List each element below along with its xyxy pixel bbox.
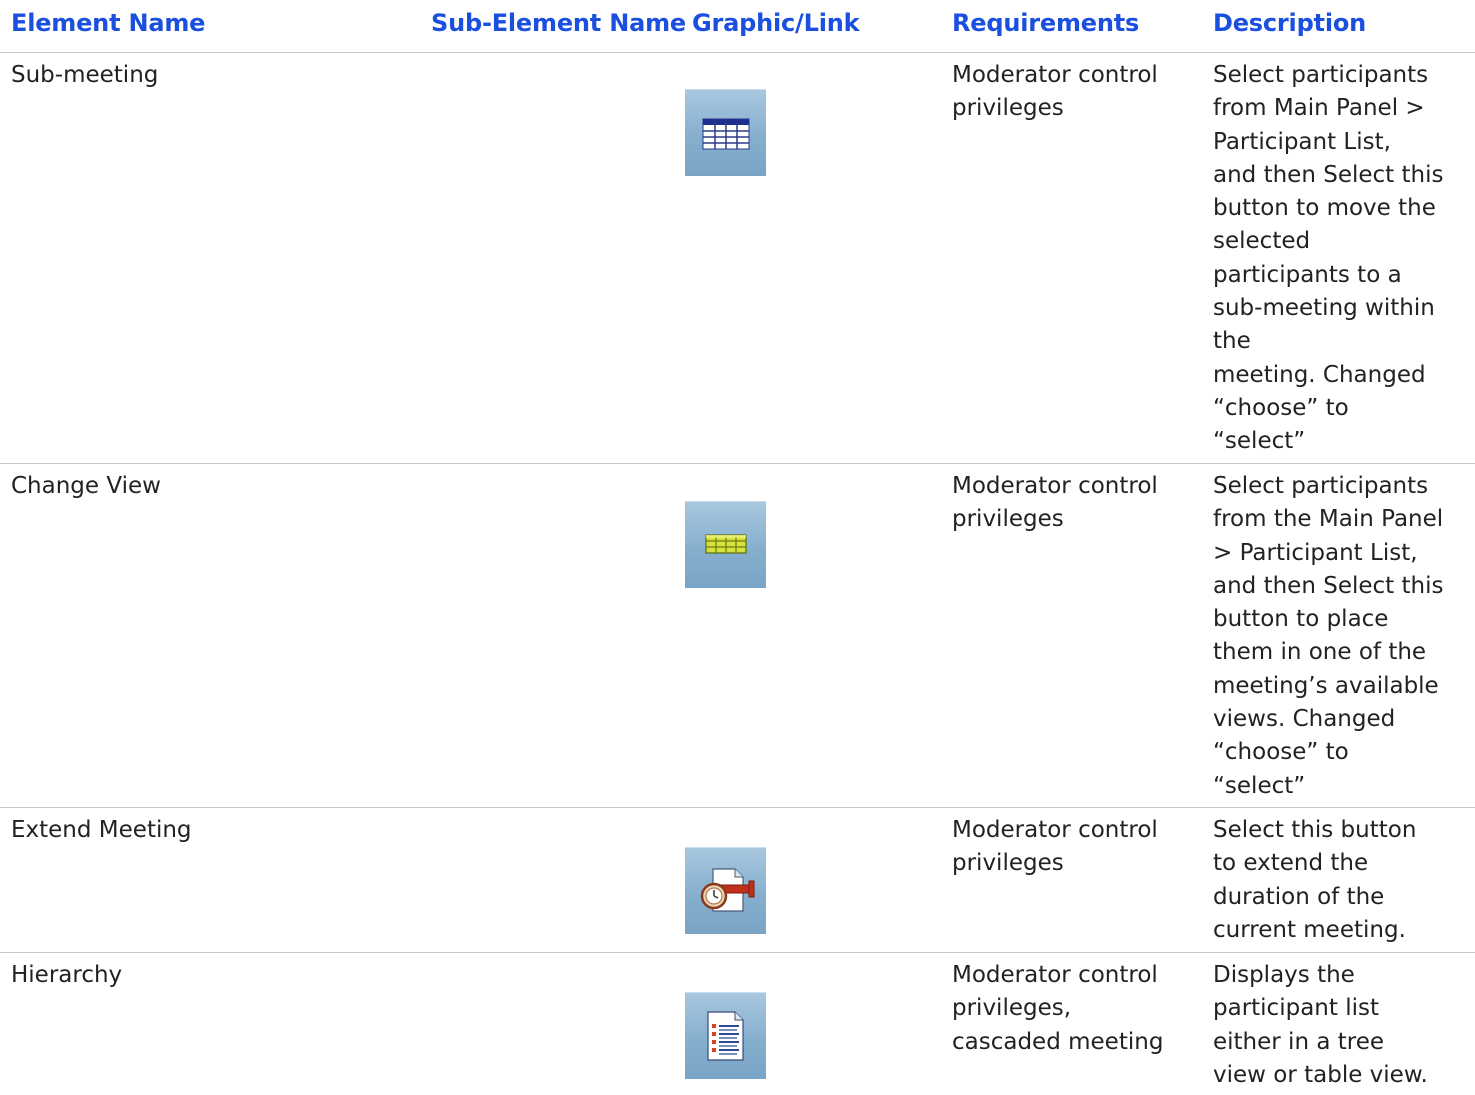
requirements-line: Moderator control <box>952 473 1158 499</box>
description-line: button to move the <box>1213 195 1436 222</box>
table-row: Sub-meeting Moderator control privileges <box>0 53 1475 464</box>
sub-meeting-grid-icon <box>702 118 750 150</box>
requirements-cell: Moderator control privileges <box>952 59 1184 126</box>
description-line: meeting’s available <box>1213 672 1439 699</box>
description-line: participants to a <box>1213 261 1402 288</box>
description-line: view or table view. <box>1213 1061 1428 1088</box>
requirements-cell: Moderator control privileges, cascaded m… <box>952 959 1184 1059</box>
requirements-line: Moderator control <box>952 62 1158 88</box>
header-element-name: Element Name <box>11 9 206 37</box>
element-name-cell: Extend Meeting <box>11 817 192 843</box>
header-graphic-link: Graphic/Link <box>692 9 860 37</box>
description-line: and then Select this <box>1213 161 1444 188</box>
requirements-line: privileges, <box>952 995 1072 1022</box>
change-view-button[interactable] <box>685 501 766 588</box>
requirements-cell: Moderator control privileges <box>952 814 1184 881</box>
description-line: views. Changed <box>1213 706 1396 733</box>
description-cell: Select participants from the Main Panel … <box>1213 470 1475 803</box>
header-description: Description <box>1213 9 1367 37</box>
table-header-row: Element Name Sub-Element Name Graphic/Li… <box>0 0 1475 53</box>
description-cell: Displays the participant list either in … <box>1213 959 1475 1092</box>
description-line: Select this button <box>1213 817 1417 843</box>
description-line: participant list <box>1213 995 1379 1022</box>
description-line: duration of the <box>1213 883 1385 910</box>
description-line: “select” <box>1213 428 1306 455</box>
requirements-line: Moderator control <box>952 962 1158 988</box>
description-line: “choose” to <box>1213 739 1349 766</box>
sub-meeting-button[interactable] <box>685 89 766 176</box>
description-line: Select participants <box>1213 473 1429 499</box>
description-line: them in one of the <box>1213 639 1427 666</box>
extend-meeting-button[interactable] <box>685 847 766 934</box>
description-line: > Participant List, <box>1213 539 1418 566</box>
description-line: from Main Panel > <box>1213 95 1425 122</box>
element-name-cell: Hierarchy <box>11 962 123 988</box>
description-line: and then Select this <box>1213 572 1444 599</box>
description-line: the <box>1213 328 1251 355</box>
requirements-line: cascaded meeting <box>952 1028 1164 1055</box>
table-row: Hierarchy Moderator control privileges, … <box>0 953 1475 1095</box>
element-name-cell: Change View <box>11 473 161 499</box>
description-line: “select” <box>1213 772 1306 799</box>
description-cell: Select this button to extend the duratio… <box>1213 814 1475 947</box>
description-line: “choose” to <box>1213 394 1349 421</box>
requirements-line: privileges <box>952 850 1064 877</box>
description-line: Participant List, <box>1213 128 1391 155</box>
change-view-grid-icon <box>705 534 747 554</box>
hierarchy-button[interactable] <box>685 992 766 1079</box>
description-line: selected <box>1213 228 1311 255</box>
requirements-line: Moderator control <box>952 817 1158 843</box>
description-line: sub-meeting within <box>1213 295 1435 322</box>
description-line: from the Main Panel <box>1213 506 1444 533</box>
description-line: to extend the <box>1213 850 1369 877</box>
description-line: button to place <box>1213 606 1389 633</box>
description-line: either in a tree <box>1213 1028 1385 1055</box>
requirements-cell: Moderator control privileges <box>952 470 1184 537</box>
description-line: Displays the <box>1213 962 1355 988</box>
description-line: meeting. Changed <box>1213 361 1426 388</box>
element-name-cell: Sub-meeting <box>11 62 159 88</box>
table-row: Extend Meeting Moderator control privile… <box>0 808 1475 953</box>
header-requirements: Requirements <box>952 9 1140 37</box>
description-line: Select participants <box>1213 62 1429 88</box>
table-row: Change View Moderator control privileges… <box>0 464 1475 808</box>
description-cell: Select participants from Main Panel > Pa… <box>1213 59 1475 459</box>
header-sub-element-name: Sub-Element Name <box>431 9 686 37</box>
description-line: current meeting. <box>1213 916 1406 943</box>
requirements-line: privileges <box>952 95 1064 122</box>
extend-meeting-clock-icon <box>700 868 755 912</box>
requirements-line: privileges <box>952 506 1064 533</box>
hierarchy-list-icon <box>707 1011 744 1061</box>
